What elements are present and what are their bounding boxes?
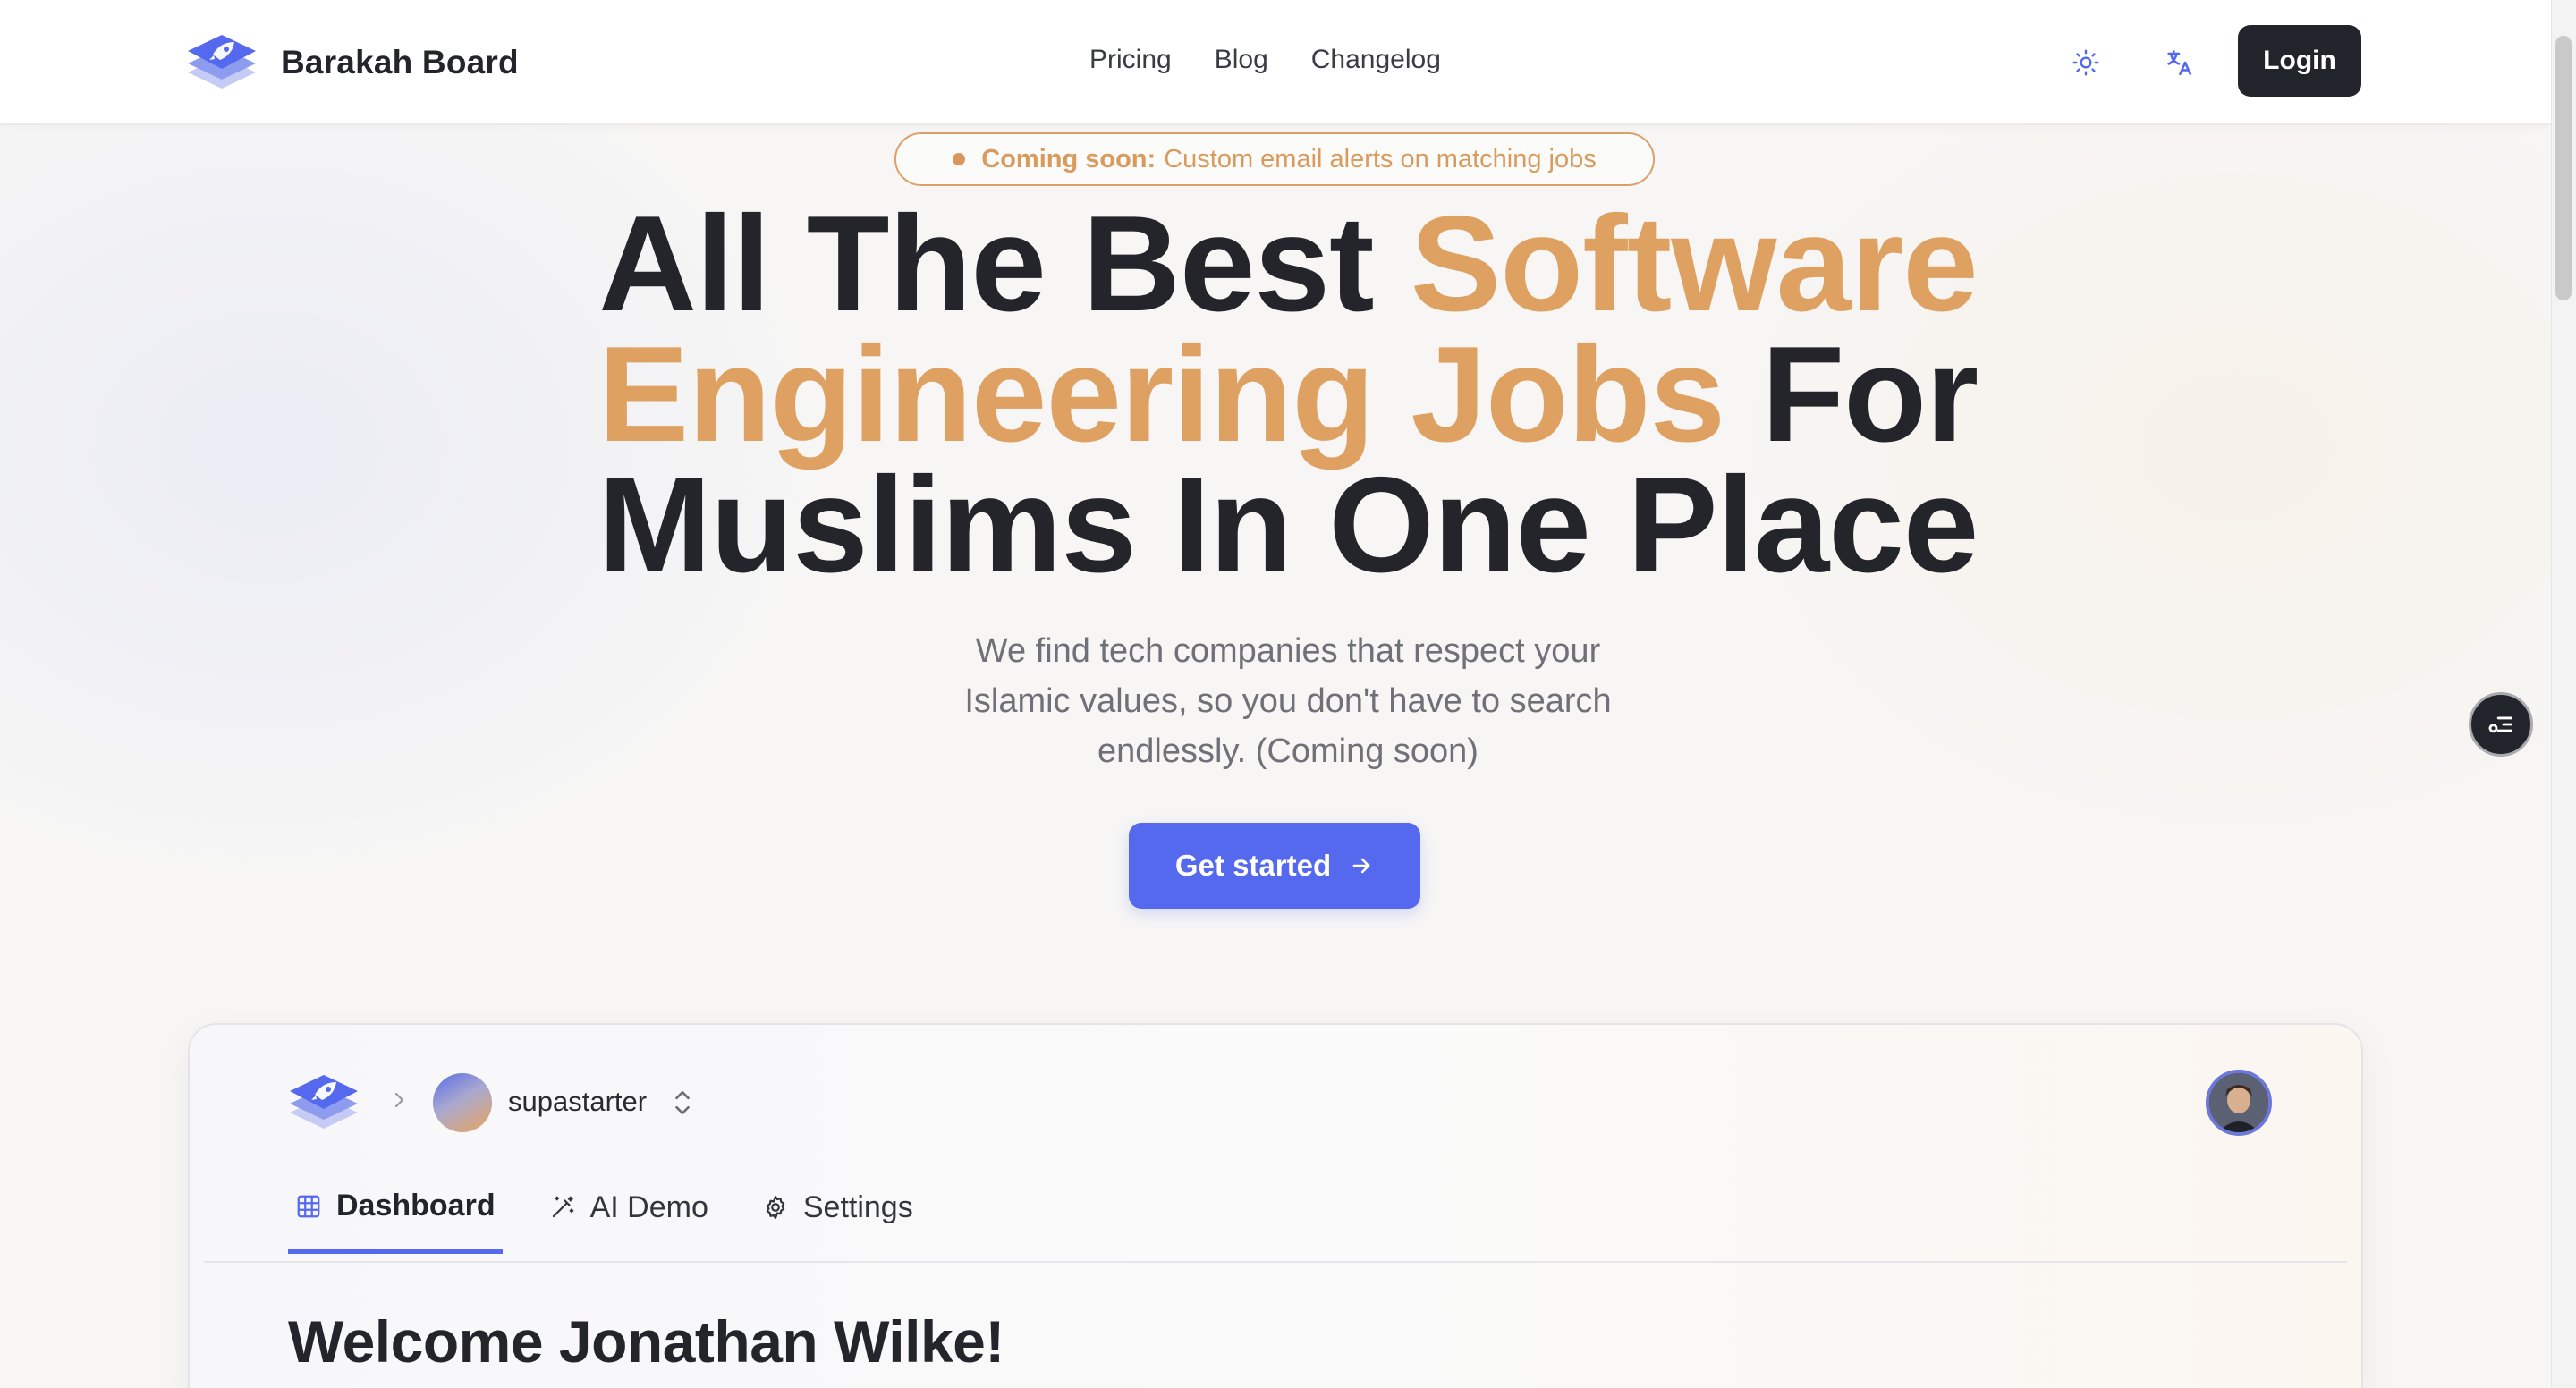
theme-toggle-button[interactable] [2061,38,2111,88]
chevron-right-icon [394,1092,404,1108]
tab-settings[interactable]: Settings [755,1181,920,1234]
hero-title-accent: Engineering Jobs [597,318,1725,470]
organization-avatar[interactable] [433,1073,492,1132]
hero-title-part: Muslims In One Place [597,449,1979,601]
tab-ai-demo-label: AI Demo [589,1189,708,1224]
magic-wand-icon [552,1196,573,1218]
nav-link-changelog[interactable]: Changelog [1311,39,1441,80]
hero-title-part: For [1724,318,1979,470]
gear-icon [766,1196,785,1219]
nav-link-pricing[interactable]: Pricing [1089,39,1172,80]
language-switch-button[interactable] [2154,38,2204,88]
announcement-badge[interactable]: Coming soon: Custom email alerts on matc… [894,132,1655,186]
rocket-stack-logo-icon[interactable] [286,1070,361,1136]
nav-link-blog[interactable]: Blog [1215,39,1268,80]
chevrons-up-down-icon[interactable] [671,1088,694,1118]
login-button[interactable]: Login [2238,25,2361,97]
grid-icon [297,1195,320,1217]
top-navigation-bar: Barakah Board Pricing Blog Changelog Log… [0,0,2551,125]
rocket-stack-logo-icon [188,35,256,89]
main-nav: Pricing Blog Changelog [1089,39,1441,80]
hero-title-part: All The Best [598,188,1411,340]
brand-name: Barakah Board [281,44,519,80]
user-avatar-image [2209,1073,2268,1132]
organization-name[interactable]: supastarter [508,1082,647,1121]
get-started-label: Get started [1174,849,1332,882]
hero-title-accent: Software [1410,188,1979,340]
brand-link[interactable]: Barakah Board [184,27,519,98]
translate-icon [2167,49,2192,76]
user-avatar[interactable] [2206,1070,2272,1136]
announcement-text: Custom email alerts on matching jobs [1164,144,1597,174]
tabs-divider [204,1261,2347,1263]
preview-tabs: Dashboard AI Demo Settings [288,1181,960,1254]
hero-title: All The Best Software Engineering Jobs F… [394,196,2182,593]
page-scrollbar-thumb[interactable] [2555,36,2572,300]
dashboard-preview: supastarter Dashboard AI Demo Settings W… [188,1023,2363,1388]
tab-ai-demo[interactable]: AI Demo [542,1181,716,1234]
arrow-right-icon [1352,858,1370,874]
sun-icon [2072,49,2099,76]
welcome-heading: Welcome Jonathan Wilke! [288,1308,1004,1375]
tab-dashboard[interactable]: Dashboard [288,1181,503,1254]
tab-settings-label: Settings [802,1189,913,1224]
get-started-button[interactable]: Get started [1129,823,1420,909]
status-dot-icon [953,153,966,165]
list-settings-icon [2488,716,2512,733]
floating-menu-button[interactable] [2469,692,2533,757]
tab-dashboard-label: Dashboard [336,1189,496,1223]
announcement-label: Coming soon: [981,144,1157,174]
hero-subtitle: We find tech companies that respect your… [964,632,1612,770]
